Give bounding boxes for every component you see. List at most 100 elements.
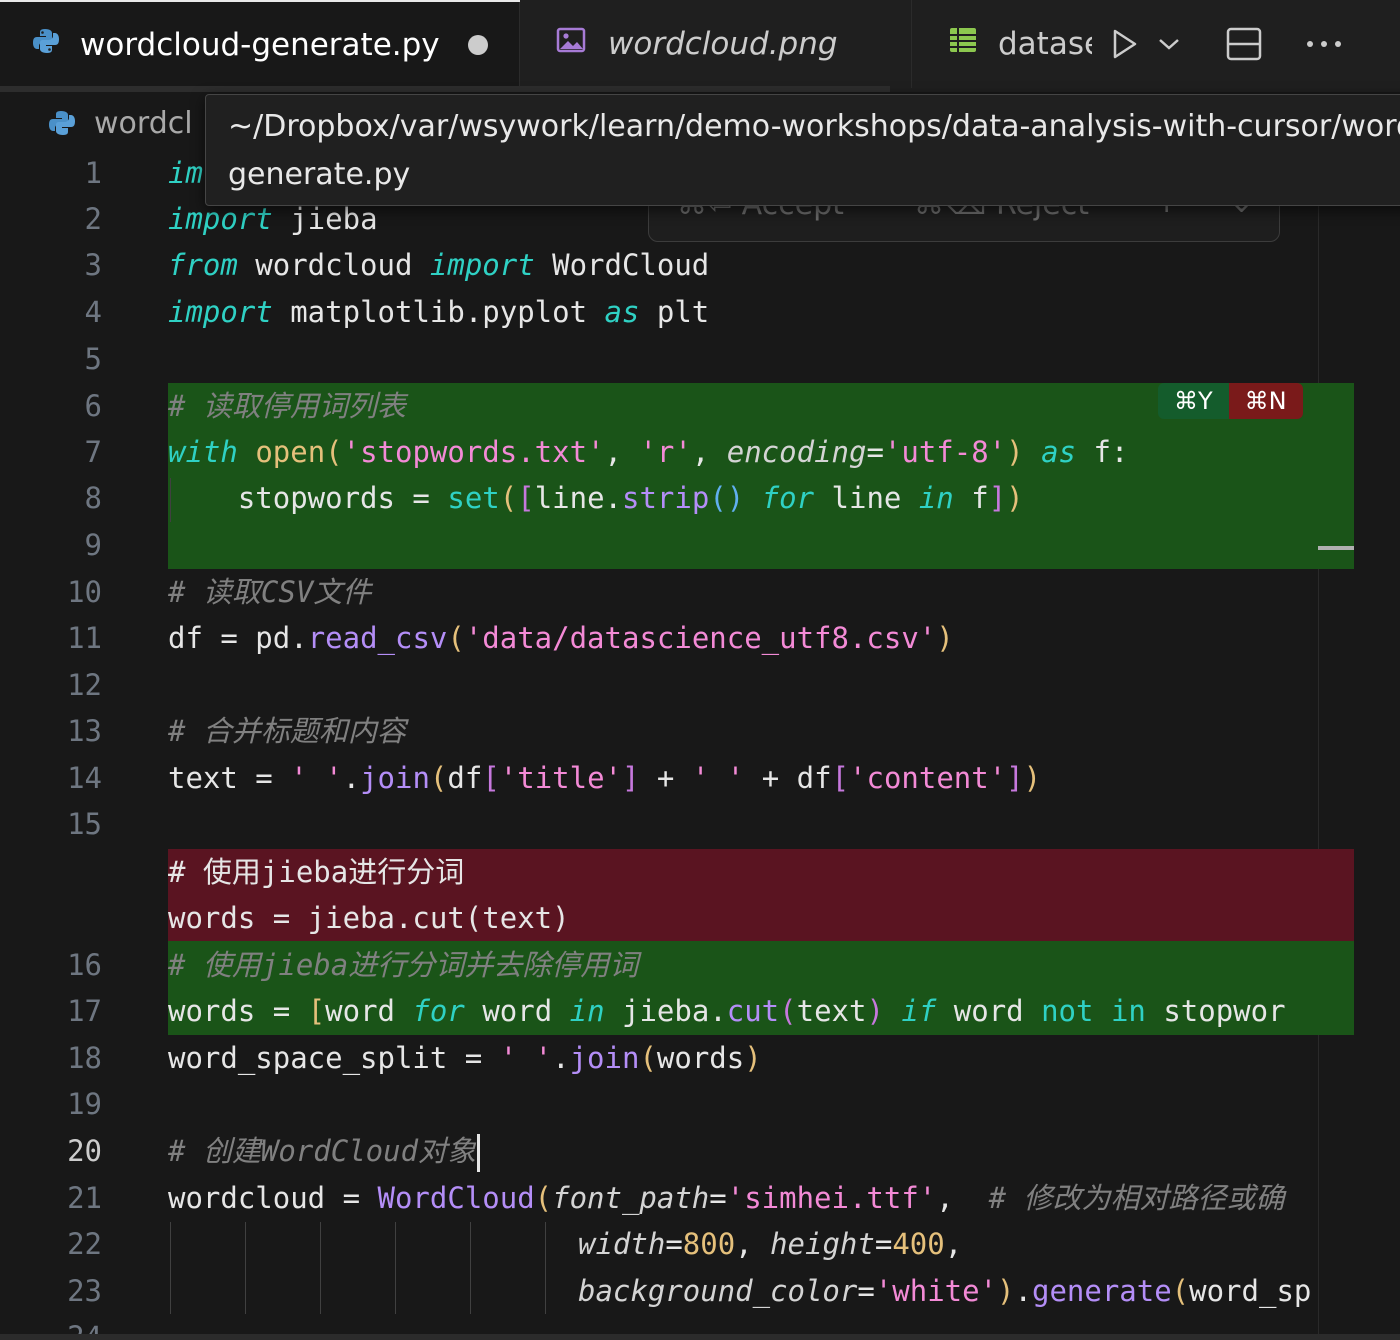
code-token: background_color xyxy=(578,1274,858,1308)
line-number: 7 xyxy=(84,435,102,469)
code-token: 400 xyxy=(892,1227,945,1261)
horizontal-scrollbar[interactable] xyxy=(0,1334,1400,1340)
code-token: height xyxy=(770,1227,875,1261)
code-token: , xyxy=(936,1181,989,1215)
code-token: ( xyxy=(1171,1274,1190,1308)
line-number: 12 xyxy=(67,668,102,702)
line-number: 23 xyxy=(67,1274,102,1308)
code-token: ( xyxy=(429,761,448,795)
code-token: . xyxy=(342,761,361,795)
code-token: for xyxy=(744,481,815,515)
code-line[interactable]: 19 xyxy=(0,1081,1354,1127)
unsaved-dot-icon[interactable] xyxy=(467,35,488,55)
code-token: ) xyxy=(1006,481,1024,515)
code-line[interactable]: 15 xyxy=(0,801,1354,847)
code-line[interactable]: 8 stopwords = set([line.strip() for line… xyxy=(0,475,1354,521)
code-line[interactable]: 10 # 读取CSV文件 xyxy=(0,569,1354,615)
code-token: + xyxy=(639,761,692,795)
code-token: if xyxy=(883,994,937,1028)
code-line[interactable]: 24 xyxy=(0,1314,1354,1334)
code-line[interactable]: 23 background_color='white').generate(wo… xyxy=(0,1268,1354,1314)
code-token: with xyxy=(168,435,238,469)
code-line[interactable]: 21 wordcloud = WordCloud(font_path='simh… xyxy=(0,1175,1354,1221)
code-token: ' ' xyxy=(691,761,745,795)
line-number: 13 xyxy=(67,714,102,748)
code-line[interactable]: 7 with open('stopwords.txt', 'r', encodi… xyxy=(0,429,1354,475)
line-number: 16 xyxy=(67,948,102,982)
code-token: ] xyxy=(988,481,1007,515)
tab-wordcloud-png[interactable]: wordcloud.png xyxy=(520,0,912,88)
indent-guide xyxy=(245,1222,246,1314)
code-line[interactable]: 18 word_space_split = ' '.join(words) xyxy=(0,1035,1354,1081)
code-comment: # 修改为相对路径或确 xyxy=(988,1181,1285,1215)
code-line[interactable]: 6 # 读取停用词列表 xyxy=(0,383,1354,429)
code-line[interactable]: 14 text = ' '.join(df['title'] + ' ' + d… xyxy=(0,755,1354,801)
code-line[interactable]: 4 import matplotlib.pyplot as plt xyxy=(0,289,1354,335)
code-token: WordCloud xyxy=(377,1181,535,1215)
code-token: = xyxy=(874,1227,893,1261)
reject-change-button[interactable]: ⌘N xyxy=(1228,383,1303,419)
code-line[interactable]: 11 df = pd.read_csv('data/datascience_ut… xyxy=(0,615,1354,661)
indent-guide xyxy=(170,478,171,522)
code-token: 'white' xyxy=(874,1274,998,1308)
code-token: encoding xyxy=(726,435,867,469)
code-line[interactable]: 9 xyxy=(0,522,1354,568)
diff-actions: ⌘Y ⌘N xyxy=(1158,383,1303,419)
code-token: read_csv xyxy=(307,621,448,655)
removed-line: # 使用jieba进行分词 xyxy=(0,849,1354,895)
code-token: . xyxy=(552,1041,570,1075)
code-token: not xyxy=(1041,994,1094,1028)
breadcrumb-file[interactable]: wordcl xyxy=(94,106,193,141)
indent-guide xyxy=(545,1222,546,1314)
code-token: word xyxy=(325,994,413,1028)
run-icon[interactable] xyxy=(1096,28,1154,60)
chevron-down-icon[interactable] xyxy=(1154,37,1184,51)
code-token: [ xyxy=(517,481,535,515)
code-token: words xyxy=(656,1041,745,1075)
accept-change-button[interactable]: ⌘Y xyxy=(1158,383,1229,419)
code-token: as xyxy=(604,295,640,329)
file-path-tooltip: ~/Dropbox/var/wsywork/learn/demo-worksho… xyxy=(205,94,1400,206)
code-token: jieba. xyxy=(604,994,727,1028)
code-line[interactable]: 17 words = [word for word in jieba.cut(t… xyxy=(0,988,1354,1034)
code-token: = xyxy=(866,435,884,469)
indent-guide xyxy=(470,1222,471,1314)
code-token: 'stopwords.txt' xyxy=(342,435,605,469)
code-line[interactable]: 3 from wordcloud import WordCloud xyxy=(0,242,1354,288)
code-token: as xyxy=(1023,435,1076,469)
tab-wordcloud-generate[interactable]: wordcloud-generate.py xyxy=(0,0,520,90)
line-number: 4 xyxy=(84,295,102,329)
tab-dataset[interactable]: datase xyxy=(912,0,1092,88)
code-line[interactable]: 16 # 使用jieba进行分词并去除停用词 xyxy=(0,942,1354,988)
code-line[interactable]: 13 # 合并标题和内容 xyxy=(0,708,1354,754)
code-line[interactable]: 20 # 创建WordCloud对象 xyxy=(0,1128,1354,1174)
code-token: line. xyxy=(534,481,622,515)
code-token: generate xyxy=(1031,1274,1172,1308)
code-token: stopwords = xyxy=(168,481,448,515)
code-token: ] xyxy=(1006,761,1024,795)
code-token: , xyxy=(604,435,640,469)
code-token: 'data/datascience_utf8.csv' xyxy=(464,621,937,655)
line-number: 15 xyxy=(67,807,102,841)
code-token: . xyxy=(1014,1274,1032,1308)
code-line[interactable]: 12 xyxy=(0,662,1354,708)
line-number: 22 xyxy=(67,1227,102,1261)
code-token: ( xyxy=(447,621,465,655)
code-token: 'content' xyxy=(849,761,1007,795)
code-token: jieba xyxy=(272,202,378,236)
more-actions-icon[interactable] xyxy=(1294,40,1354,48)
code-token: word xyxy=(464,994,570,1028)
line-number: 8 xyxy=(84,481,102,515)
split-editor-icon[interactable] xyxy=(1204,27,1284,61)
code-line[interactable]: 5 xyxy=(0,336,1354,382)
code-token: ) xyxy=(866,994,884,1028)
code-comment: # 合并标题和内容 xyxy=(168,714,406,748)
code-token: ( xyxy=(534,1181,553,1215)
python-icon xyxy=(32,27,60,63)
indent-guide xyxy=(170,1222,171,1314)
tooltip-path: ~/Dropbox/var/wsywork/learn/demo-worksho… xyxy=(228,109,1400,144)
editor-actions xyxy=(1096,0,1354,88)
code-token: text = xyxy=(168,761,291,795)
code-token: ) xyxy=(1023,761,1042,795)
code-line[interactable]: 22 width=800, height=400, xyxy=(0,1221,1354,1267)
